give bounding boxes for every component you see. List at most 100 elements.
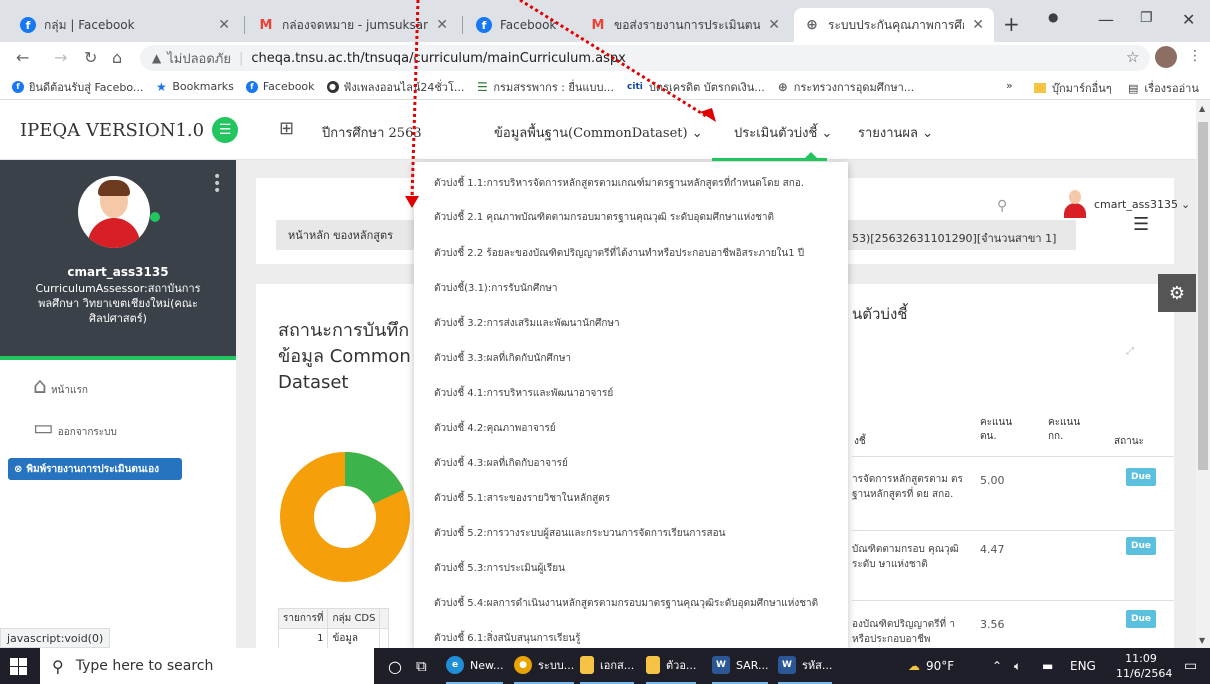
new-tab-button[interactable]: + bbox=[1003, 12, 1020, 36]
taskbar-clock[interactable]: 11:09 11/6/2564 bbox=[1116, 651, 1172, 681]
dropdown-item[interactable]: ตัวบ่งชี้ 3.3:ผลที่เกิดกับนักศึกษา bbox=[434, 351, 571, 366]
close-icon[interactable]: ✕ bbox=[218, 17, 230, 33]
nav-indicators[interactable]: ประเมินตัวบ่งชี้ ⌄ bbox=[734, 122, 832, 143]
indent-menu-icon[interactable]: ☰ bbox=[1133, 214, 1149, 235]
dropdown-item[interactable]: ตัวบ่งชี้ 3.2:การส่งเสริมและพัฒนานักศึกษ… bbox=[434, 316, 620, 331]
bookmark-item[interactable]: ● ฟังเพลงออนไลน์24ชั่วโ... bbox=[326, 78, 464, 96]
back-arrow-icon[interactable]: ← bbox=[16, 48, 29, 67]
page-scrollbar[interactable]: ▲ ▼ bbox=[1196, 100, 1210, 648]
bookmark-item[interactable]: ★ Bookmarks bbox=[155, 80, 234, 94]
bookmark-item[interactable]: f ยินดีต้อนรับสู่ Facebo... bbox=[12, 78, 143, 96]
reload-icon[interactable]: ↻ bbox=[84, 48, 97, 67]
minimize-button[interactable]: — bbox=[1098, 10, 1114, 29]
browser-tab-1[interactable]: f กลุ่ม | Facebook ✕ bbox=[10, 8, 240, 42]
dropdown-item[interactable]: ตัวบ่งชี้ 6.1:สิ่งสนับสนุนการเรียนรู้ bbox=[434, 631, 581, 646]
grid-icon[interactable]: ⊞ bbox=[279, 118, 294, 139]
table-header: รายการที่ bbox=[277, 608, 329, 629]
dropdown-item[interactable]: ตัวบ่งชี้ 5.3:การประเมินผู้เรียน bbox=[434, 561, 565, 576]
chrome-menu-icon[interactable]: ⋮ bbox=[1188, 48, 1202, 64]
scrollbar-thumb[interactable] bbox=[1198, 122, 1208, 470]
sidebar-item-home[interactable]: ⌂ หน้าแรก bbox=[33, 376, 88, 398]
score-header-indicator: งชี้ bbox=[854, 436, 866, 447]
taskbar-app[interactable]: เอกส... bbox=[580, 648, 635, 684]
search-icon[interactable]: ⚲ bbox=[997, 198, 1007, 214]
taskbar-app[interactable]: ตัวอ... bbox=[646, 648, 697, 684]
reading-list-icon: ▤ bbox=[1128, 81, 1139, 95]
chevron-down-icon: ⌄ bbox=[821, 126, 833, 141]
chevron-down-icon: ⌄ bbox=[691, 126, 703, 141]
close-icon[interactable]: ✕ bbox=[972, 17, 984, 33]
bookmark-item[interactable]: ⊕ กระทรวงการอุดมศึกษา... bbox=[777, 78, 915, 96]
weather-widget[interactable]: ☁ 90°F bbox=[908, 648, 954, 684]
avatar bbox=[1064, 190, 1086, 218]
globe-icon: ⊕ bbox=[806, 17, 818, 33]
browser-status-url: javascript:void(0) bbox=[0, 628, 111, 648]
dropdown-item[interactable]: ตัวบ่งชี้ 4.2:คุณภาพอาจารย์ bbox=[434, 421, 556, 436]
windows-start-icon[interactable] bbox=[10, 658, 27, 675]
expand-icon[interactable]: ⤢ bbox=[1126, 346, 1134, 357]
dropdown-item[interactable]: ตัวบ่งชี้ 4.3:ผลที่เกิดกับอาจารย์ bbox=[434, 456, 568, 471]
active-nav-underline bbox=[712, 158, 827, 161]
maximize-button[interactable]: ❐ bbox=[1140, 10, 1153, 26]
task-view-icon[interactable]: ⧉ bbox=[416, 648, 427, 684]
more-vertical-icon[interactable]: • • • bbox=[213, 170, 221, 198]
status-badge[interactable]: Due bbox=[1126, 610, 1156, 628]
taskbar-search-input[interactable]: ⚲ Type here to search bbox=[40, 648, 374, 684]
dropdown-item[interactable]: ตัวบ่งชี้ 2.2 ร้อยละของบัณฑิตปริญญาตรีที… bbox=[434, 246, 804, 261]
star-icon[interactable]: ☆ bbox=[1126, 48, 1139, 66]
language-indicator[interactable]: ENG bbox=[1070, 648, 1096, 684]
browser-tab-3[interactable]: f Facebook bbox=[466, 8, 576, 42]
taskbar-app[interactable]: W รหัส... bbox=[778, 648, 833, 684]
status-badge[interactable]: Due bbox=[1126, 537, 1156, 555]
cortana-icon[interactable]: ○ bbox=[388, 648, 402, 684]
tray-chevron-icon[interactable]: ⌃ bbox=[992, 648, 1002, 684]
dropdown-item[interactable]: ตัวบ่งชี้ 5.2:การวางระบบผู้สอนและกระบวนก… bbox=[434, 526, 725, 541]
close-window-button[interactable]: ✕ bbox=[1182, 10, 1195, 29]
taskbar-app[interactable]: W SAR... bbox=[712, 648, 769, 684]
url-text: cheqa.tnsu.ac.th/tnsuqa/curriculum/mainC… bbox=[251, 50, 626, 66]
taskbar-app[interactable]: e New... bbox=[446, 648, 504, 684]
dropdown-item[interactable]: ตัวบ่งชี้(3.1):การรับนักศึกษา bbox=[434, 281, 557, 296]
dropdown-item[interactable]: ตัวบ่งชี้ 4.1:การบริหารและพัฒนาอาจารย์ bbox=[434, 386, 613, 401]
browser-tab-2[interactable]: M กล่องจดหมาย - jumsuksane ✕ bbox=[248, 8, 458, 42]
profile-avatar[interactable] bbox=[1155, 46, 1177, 68]
table-row: 1 ข้อมูล bbox=[277, 628, 390, 649]
print-self-assessment-button[interactable]: ⊗ พิมพ์รายงานการประเมินตนเอง bbox=[8, 458, 182, 480]
score-row-name: ารจัดการหลักสูตรตาม ตรฐานหลักสูตรที่ ดย … bbox=[852, 474, 963, 500]
status-badge[interactable]: Due bbox=[1126, 468, 1156, 486]
nav-academic-year[interactable]: ปีการศึกษา 2563 bbox=[322, 122, 422, 143]
warning-icon: ▲ bbox=[152, 51, 162, 65]
home-icon[interactable]: ⌂ bbox=[112, 48, 122, 67]
forward-arrow-icon[interactable]: → bbox=[54, 48, 67, 67]
score-header-status: สถานะ bbox=[1114, 436, 1144, 447]
volume-icon[interactable]: 🔈︎ bbox=[1014, 648, 1021, 684]
taskbar-app[interactable]: ● ระบบ... bbox=[514, 648, 575, 684]
close-icon[interactable]: ✕ bbox=[768, 17, 780, 33]
user-menu[interactable]: cmart_ass3135 ⌄ bbox=[1064, 190, 1190, 218]
user-role: CurriculumAssessor:สถาบันการพลศึกษา วิทย… bbox=[35, 282, 201, 325]
close-icon[interactable]: ✕ bbox=[436, 17, 448, 33]
battery-icon[interactable]: ▬ bbox=[1042, 648, 1053, 684]
dropdown-item[interactable]: ตัวบ่งชี้ 5.4:ผลการดำเนินงานหลักสูตรตามก… bbox=[434, 596, 818, 611]
dropdown-item[interactable]: ตัวบ่งชี้ 2.1 คุณภาพบัณฑิตตามกรอบมาตรฐาน… bbox=[434, 210, 774, 225]
browser-tab-4[interactable]: M ขอส่งรายงานการประเมินตนเอง ✕ bbox=[580, 8, 790, 42]
dropdown-item[interactable]: ตัวบ่งชี้ 1.1:การบริหารจัดการหลักสูตรตาม… bbox=[434, 176, 804, 191]
notification-icon[interactable]: ▭ bbox=[1184, 648, 1197, 684]
settings-gear-button[interactable]: ⚙ bbox=[1158, 274, 1196, 312]
bookmark-item[interactable]: ☰ กรมสรรพากร : ยื่นแบบ... bbox=[476, 78, 614, 96]
other-bookmarks[interactable]: บุ๊กมาร์กอื่นๆ bbox=[1034, 79, 1112, 97]
reading-list[interactable]: ▤ เรื่องรออ่าน bbox=[1128, 79, 1199, 97]
nav-reports[interactable]: รายงานผล ⌄ bbox=[858, 122, 933, 143]
browser-tab-5-active[interactable]: ⊕ ระบบประกันคุณภาพการศึกษา ✕ bbox=[794, 8, 994, 42]
sidebar-item-logout[interactable]: ▭ ออกจากระบบ bbox=[33, 418, 117, 440]
menu-toggle-button[interactable]: ☰ bbox=[212, 117, 238, 143]
search-icon: ⚲ bbox=[52, 656, 64, 676]
user-name: cmart_ass3135 bbox=[67, 265, 169, 279]
bookmark-item[interactable]: citi บัตรเครดิต บัตรกดเงิน... bbox=[626, 78, 765, 96]
chrome-media-icon[interactable]: ● bbox=[1048, 10, 1058, 24]
nav-common-dataset[interactable]: ข้อมูลพื้นฐาน(CommonDataset) ⌄ bbox=[494, 122, 703, 143]
address-input[interactable]: ▲ ไม่ปลอดภัย | cheqa.tnsu.ac.th/tnsuqa/c… bbox=[140, 45, 1150, 71]
bookmarks-overflow[interactable]: » bbox=[1006, 79, 1013, 92]
bookmark-item[interactable]: f Facebook bbox=[245, 80, 315, 93]
dropdown-item[interactable]: ตัวบ่งชี้ 5.1:สาระของรายวิชาในหลักสูตร bbox=[434, 491, 610, 506]
